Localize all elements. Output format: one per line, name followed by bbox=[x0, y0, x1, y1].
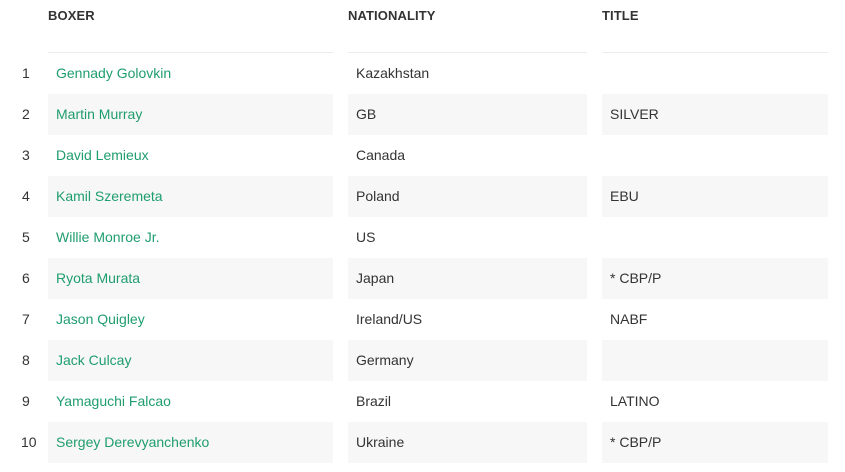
nationality-cell: Ireland/US bbox=[348, 299, 587, 340]
boxer-link[interactable]: Yamaguchi Falcao bbox=[56, 393, 171, 409]
title-cell: SILVER bbox=[602, 94, 828, 135]
rank-cell: 1 bbox=[22, 65, 30, 81]
title-text: LATINO bbox=[610, 393, 660, 409]
title-cell bbox=[602, 340, 828, 381]
title-text: NABF bbox=[610, 311, 648, 327]
table-row: 4 Kamil Szeremeta Poland EBU bbox=[0, 176, 845, 217]
rank-cell: 9 bbox=[22, 393, 30, 409]
boxer-link[interactable]: Jason Quigley bbox=[56, 311, 145, 327]
table-row: 10 Sergey Derevyanchenko Ukraine * CBP/P bbox=[0, 422, 845, 463]
table-row: 8 Jack Culcay Germany bbox=[0, 340, 845, 381]
table-row: 9 Yamaguchi Falcao Brazil LATINO bbox=[0, 381, 845, 422]
rank-cell: 7 bbox=[22, 311, 30, 327]
nationality-cell: Japan bbox=[348, 258, 587, 299]
boxer-link[interactable]: Ryota Murata bbox=[56, 270, 140, 286]
header-nationality: NATIONALITY bbox=[348, 0, 587, 53]
rank-cell: 5 bbox=[22, 229, 30, 245]
nationality-cell: GB bbox=[348, 94, 587, 135]
boxer-link[interactable]: Sergey Derevyanchenko bbox=[56, 434, 209, 450]
header-boxer: BOXER bbox=[48, 0, 333, 53]
table-header-row: BOXER NATIONALITY TITLE bbox=[0, 0, 845, 53]
table-row: 6 Ryota Murata Japan * CBP/P bbox=[0, 258, 845, 299]
boxer-cell: Yamaguchi Falcao bbox=[48, 381, 333, 422]
title-cell bbox=[602, 135, 828, 176]
title-cell: EBU bbox=[602, 176, 828, 217]
title-cell: * CBP/P bbox=[602, 422, 828, 463]
nationality-text: Poland bbox=[356, 188, 400, 204]
nationality-cell: US bbox=[348, 217, 587, 258]
nationality-text: Germany bbox=[356, 352, 414, 368]
nationality-text: Ireland/US bbox=[356, 311, 423, 327]
nationality-cell: Canada bbox=[348, 135, 587, 176]
nationality-text: Kazakhstan bbox=[356, 65, 430, 81]
rank-cell: 8 bbox=[22, 352, 30, 368]
boxer-cell: Ryota Murata bbox=[48, 258, 333, 299]
boxer-link[interactable]: Gennady Golovkin bbox=[56, 65, 171, 81]
nationality-cell: Poland bbox=[348, 176, 587, 217]
title-cell: LATINO bbox=[602, 381, 828, 422]
table-row: 3 David Lemieux Canada bbox=[0, 135, 845, 176]
boxer-cell: David Lemieux bbox=[48, 135, 333, 176]
nationality-text: Ukraine bbox=[356, 434, 405, 450]
boxer-cell: Martin Murray bbox=[48, 94, 333, 135]
rankings-table: BOXER NATIONALITY TITLE 1 Gennady Golovk… bbox=[0, 0, 845, 463]
rank-cell: 10 bbox=[21, 434, 37, 450]
table-row: 7 Jason Quigley Ireland/US NABF bbox=[0, 299, 845, 340]
nationality-cell: Germany bbox=[348, 340, 587, 381]
boxer-link[interactable]: Willie Monroe Jr. bbox=[56, 229, 159, 245]
title-text: * CBP/P bbox=[610, 270, 662, 286]
nationality-text: GB bbox=[356, 106, 377, 122]
title-cell: NABF bbox=[602, 299, 828, 340]
table-body: 1 Gennady Golovkin Kazakhstan 2 Martin M… bbox=[0, 53, 845, 463]
title-text: EBU bbox=[610, 188, 639, 204]
boxer-cell: Jack Culcay bbox=[48, 340, 333, 381]
rank-cell: 4 bbox=[22, 188, 30, 204]
title-cell bbox=[602, 217, 828, 258]
nationality-cell: Ukraine bbox=[348, 422, 587, 463]
table-row: 2 Martin Murray GB SILVER bbox=[0, 94, 845, 135]
nationality-text: Japan bbox=[356, 270, 395, 286]
boxer-link[interactable]: Kamil Szeremeta bbox=[56, 188, 163, 204]
title-cell bbox=[602, 53, 828, 94]
nationality-cell: Kazakhstan bbox=[348, 53, 587, 94]
boxer-cell: Sergey Derevyanchenko bbox=[48, 422, 333, 463]
rank-cell: 2 bbox=[22, 106, 30, 122]
table-row: 5 Willie Monroe Jr. US bbox=[0, 217, 845, 258]
header-boxer-label: BOXER bbox=[48, 8, 95, 23]
nationality-text: Canada bbox=[356, 147, 406, 163]
nationality-cell: Brazil bbox=[348, 381, 587, 422]
boxer-link[interactable]: Martin Murray bbox=[56, 106, 142, 122]
header-title-label: TITLE bbox=[602, 8, 639, 23]
nationality-text: Brazil bbox=[356, 393, 392, 409]
header-nationality-label: NATIONALITY bbox=[348, 8, 436, 23]
boxer-cell: Jason Quigley bbox=[48, 299, 333, 340]
rank-cell: 3 bbox=[22, 147, 30, 163]
boxer-cell: Gennady Golovkin bbox=[48, 53, 333, 94]
title-text: SILVER bbox=[610, 106, 659, 122]
boxer-cell: Kamil Szeremeta bbox=[48, 176, 333, 217]
nationality-text: US bbox=[356, 229, 376, 245]
boxer-cell: Willie Monroe Jr. bbox=[48, 217, 333, 258]
boxer-link[interactable]: Jack Culcay bbox=[56, 352, 131, 368]
header-title: TITLE bbox=[602, 0, 828, 53]
boxer-link[interactable]: David Lemieux bbox=[56, 147, 149, 163]
rank-cell: 6 bbox=[22, 270, 30, 286]
title-text: * CBP/P bbox=[610, 434, 662, 450]
table-row: 1 Gennady Golovkin Kazakhstan bbox=[0, 53, 845, 94]
title-cell: * CBP/P bbox=[602, 258, 828, 299]
